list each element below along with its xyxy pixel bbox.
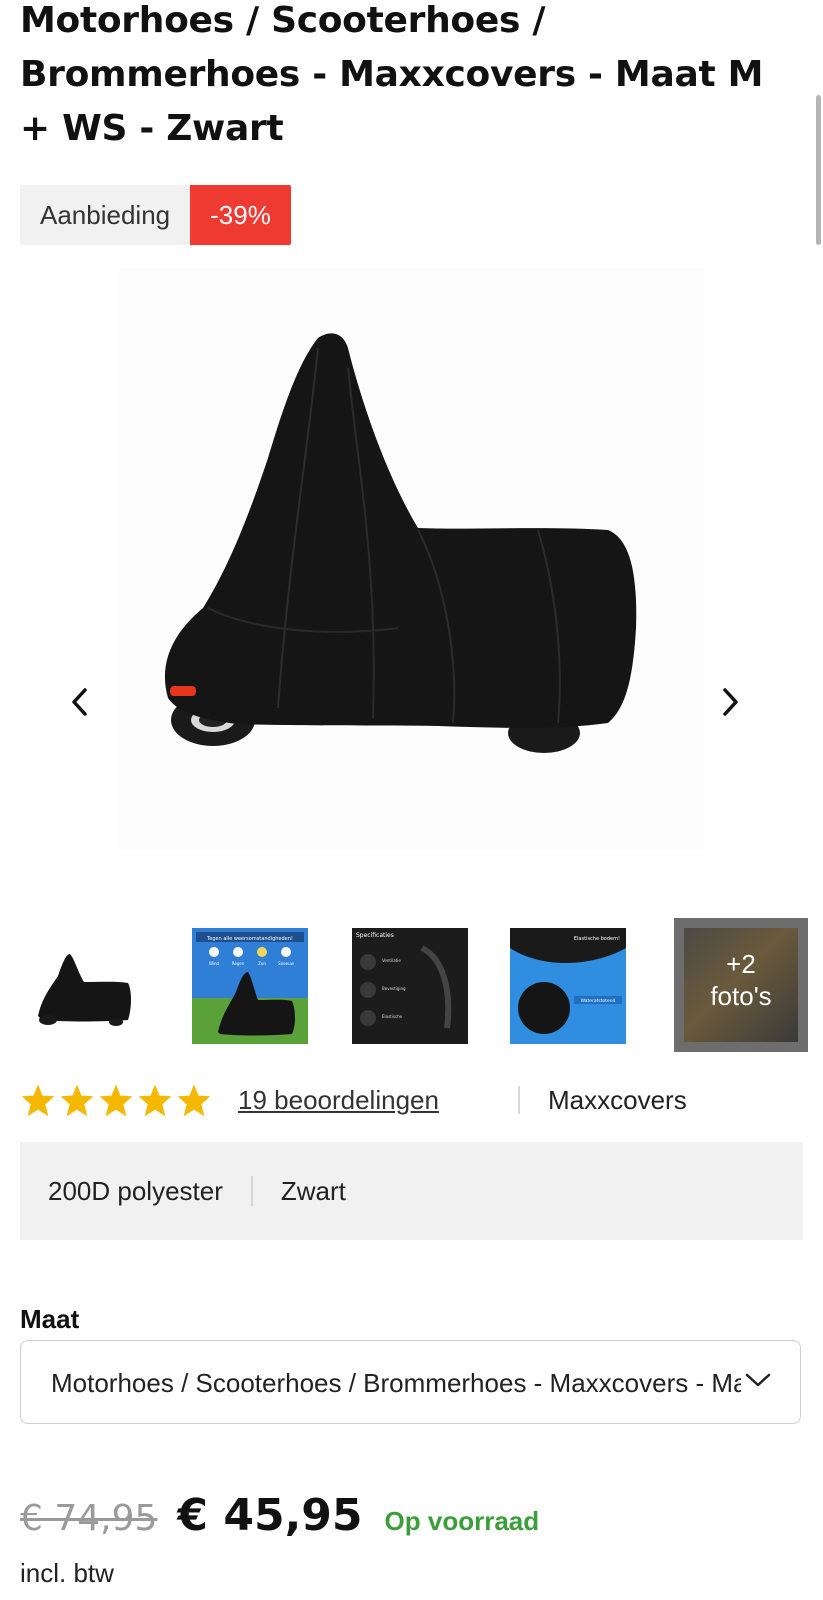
thumbnail-2-label-2: Regen (232, 961, 245, 966)
thumbnail-waterproof-image: Elastische bodem! Waterafstotend (510, 928, 626, 1044)
gallery-next-button[interactable] (708, 680, 752, 724)
thumbnail-cover-image (20, 928, 136, 1044)
thumbnail-weather-image: Tegen alle weersomstandigheden! Wind Reg… (192, 928, 308, 1044)
star-icon (177, 1084, 211, 1117)
thumbnail-2-label-4: Sneeuw (278, 961, 295, 966)
star-rating (20, 1083, 212, 1117)
gallery-prev-button[interactable] (58, 680, 102, 724)
size-select[interactable]: Motorhoes / Scooterhoes / Brommerhoes - … (20, 1340, 801, 1424)
price-row: € 74,95 € 45,95 Op voorraad (20, 1490, 539, 1550)
badge-group: Aanbieding -39% (20, 185, 291, 245)
thumbnail-4-label: Waterafstotend (581, 998, 616, 1004)
star-icon (21, 1084, 55, 1117)
page-scrollbar[interactable] (816, 95, 821, 245)
reviews-link[interactable]: 19 beoordelingen (238, 1080, 439, 1120)
thumbnail-3-label-2: Bevestiging (382, 986, 406, 991)
spec-summary: 200D polyester Zwart (20, 1142, 803, 1240)
star-icon (99, 1084, 133, 1117)
thumbnail-3[interactable]: Specificaties Ventilatie Bevestiging Ela… (352, 928, 468, 1044)
stock-status: Op voorraad (384, 1506, 540, 1536)
thumbnail-more-photos[interactable]: +2 foto's (674, 918, 808, 1052)
vat-note: incl. btw (20, 1558, 114, 1588)
thumbnail-3-heading: Specificaties (356, 932, 394, 939)
size-label: Maat (20, 1304, 80, 1334)
thumbnail-4-heading: Elastische bodem! (574, 936, 620, 942)
thumbnail-2[interactable]: Tegen alle weersomstandigheden! Wind Reg… (192, 928, 308, 1044)
divider (518, 1086, 520, 1114)
star-icon (138, 1084, 172, 1117)
thumbnail-2-heading: Tegen alle weersomstandigheden! (206, 936, 293, 942)
old-price: € 74,95 (20, 1498, 158, 1539)
chevron-right-icon (723, 688, 738, 716)
chevron-left-icon (72, 688, 87, 716)
product-title: Motorhoes / Scooterhoes / Brommerhoes - … (20, 0, 764, 149)
star-icon (60, 1084, 94, 1117)
size-select-value: Motorhoes / Scooterhoes / Brommerhoes - … (51, 1368, 741, 1398)
thumbnail-4[interactable]: Elastische bodem! Waterafstotend (510, 928, 626, 1044)
spec-material: 200D polyester (48, 1175, 223, 1206)
thumbnail-2-label-3: Zon (258, 961, 266, 966)
motorcycle-cover-image (164, 333, 637, 753)
sale-badge: Aanbieding (20, 185, 191, 245)
rating-row (20, 1078, 212, 1122)
brand-name: Maxxcovers (548, 1085, 687, 1115)
more-photos-count: +2 (726, 949, 756, 979)
thumbnail-3-label-1: Ventilatie (382, 958, 401, 963)
product-main-image[interactable] (118, 268, 704, 850)
discount-badge: -39% (190, 185, 291, 245)
thumbnail-specs-image: Specificaties Ventilatie Bevestiging Ela… (352, 928, 468, 1044)
more-photos-text: foto's (710, 981, 772, 1011)
more-photos-label: +2 foto's (674, 948, 808, 1012)
current-price: € 45,95 (177, 1490, 363, 1541)
chevron-down-icon (745, 1373, 771, 1387)
thumbnail-3-label-3: Elastische (382, 1014, 403, 1019)
thumbnail-2-label-1: Wind (209, 961, 220, 966)
thumbnail-1[interactable] (20, 928, 136, 1044)
spec-color: Zwart (280, 1175, 346, 1206)
